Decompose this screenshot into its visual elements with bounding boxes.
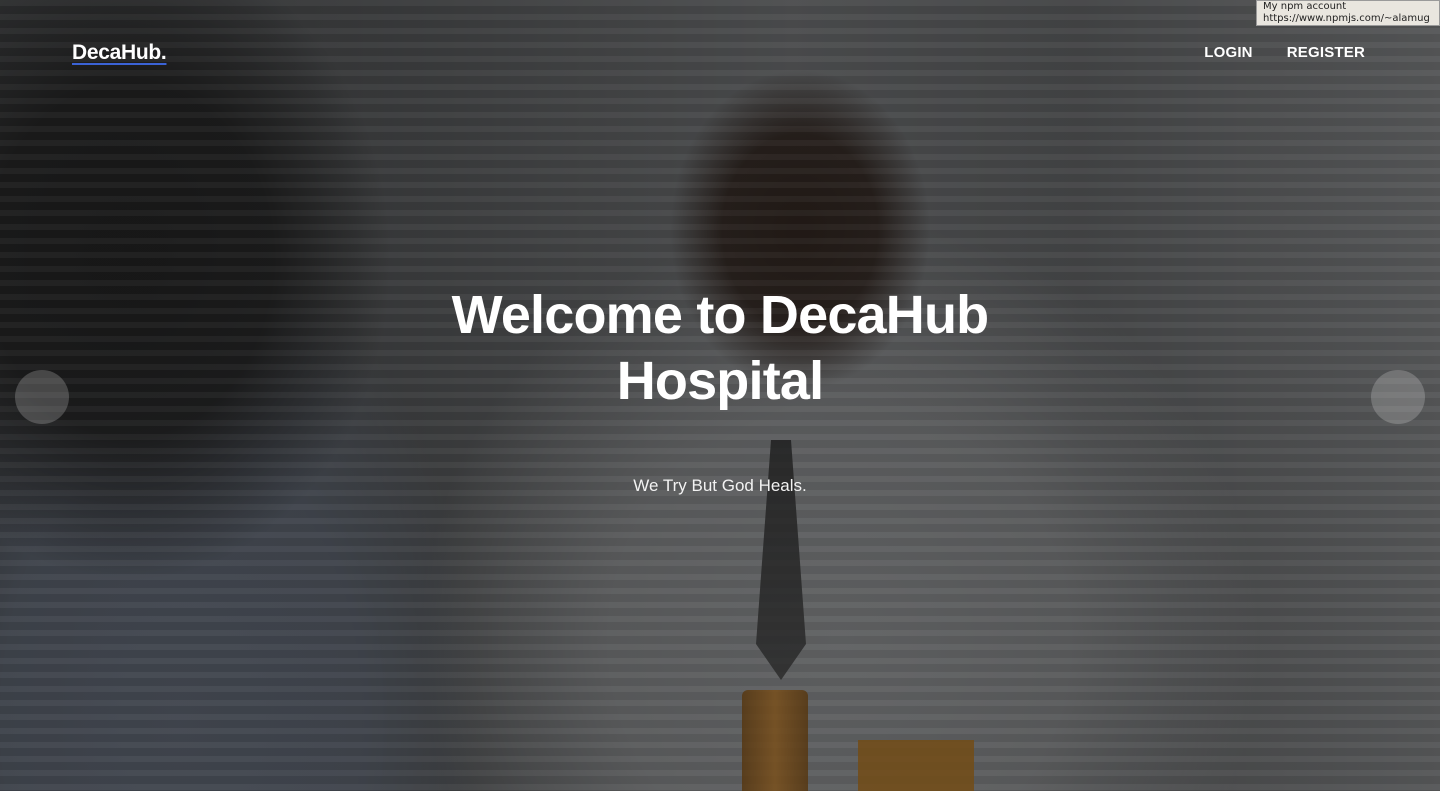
nav-login-link[interactable]: LOGIN xyxy=(1204,44,1253,61)
hero-headline: Welcome to DecaHub Hospital xyxy=(0,282,1440,414)
nav-register-link[interactable]: REGISTER xyxy=(1287,44,1365,61)
hero-section: DecaHub. LOGIN REGISTER My npm account h… xyxy=(0,0,1440,791)
hero-headline-line-2: Hospital xyxy=(616,351,824,411)
brand-logo-link[interactable]: DecaHub. xyxy=(72,41,167,65)
top-nav: LOGIN REGISTER xyxy=(1204,44,1365,61)
hero-headline-line-1: Welcome to DecaHub xyxy=(451,285,990,345)
link-tooltip: My npm account https://www.npmjs.com/~al… xyxy=(1256,0,1440,26)
tooltip-url: https://www.npmjs.com/~alamug xyxy=(1263,13,1430,24)
carousel-prev-button[interactable] xyxy=(15,370,69,424)
tooltip-title: My npm account xyxy=(1263,1,1347,12)
carousel-next-button[interactable] xyxy=(1371,370,1425,424)
hero-tagline: We Try But God Heals. xyxy=(633,476,807,495)
